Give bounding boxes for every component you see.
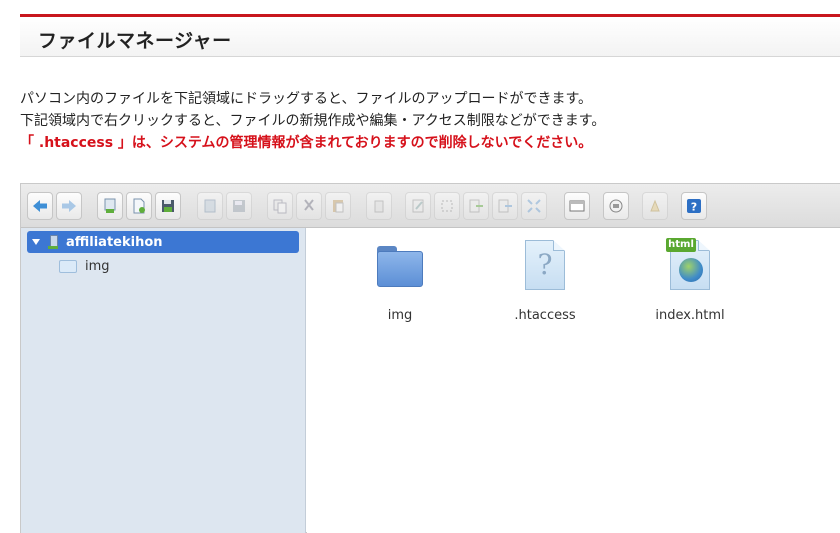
view-button[interactable] — [564, 192, 590, 220]
tree-item-img[interactable]: img — [59, 259, 110, 274]
server-icon — [48, 235, 58, 249]
delete-button[interactable] — [366, 192, 392, 220]
permission-button[interactable] — [642, 192, 668, 220]
file-item-img[interactable]: img — [340, 238, 460, 323]
view-icon — [569, 200, 585, 212]
instruction-drag: パソコン内のファイルを下記領域にドラッグすると、ファイルのアップロードができます… — [20, 91, 593, 107]
toolbar-group-help: ? — [681, 192, 707, 220]
back-button[interactable] — [27, 192, 53, 220]
toolbar-group-clipboard — [267, 192, 351, 220]
help-button[interactable]: ? — [681, 192, 707, 220]
unknown-file-icon: ? — [519, 238, 571, 294]
folder-icon — [59, 260, 77, 273]
file-name: img — [387, 308, 413, 323]
toolbar-group-nav — [27, 192, 82, 220]
toolbar-group-view — [564, 192, 590, 220]
toolbar-group-delete — [366, 192, 392, 220]
paste-icon — [333, 200, 344, 213]
save-icon — [162, 200, 174, 212]
tree-item-label: img — [85, 259, 110, 274]
open-icon — [204, 199, 216, 213]
forward-button[interactable] — [56, 192, 82, 220]
move-out-icon — [498, 199, 512, 213]
new-file-button[interactable] — [126, 192, 152, 220]
expand-arrow-icon[interactable] — [32, 239, 40, 245]
file-list: img ? .htaccess html index.html — [307, 228, 840, 533]
help-icon: ? — [687, 199, 701, 214]
toolbar-group-edit — [405, 192, 547, 220]
instruction-right-click: 下記領域内で右クリックすると、ファイルの新規作成や編集・アクセス制限などができま… — [20, 113, 606, 129]
svg-text:?: ? — [691, 201, 697, 214]
back-icon — [33, 200, 47, 212]
html-file-icon: html — [664, 238, 716, 294]
move-out-button[interactable] — [492, 192, 518, 220]
file-name: .htaccess — [514, 308, 576, 323]
rename-icon — [412, 199, 424, 213]
upload-button[interactable] — [97, 192, 123, 220]
move-in-icon — [469, 199, 483, 213]
select-icon — [441, 200, 453, 212]
permission-icon — [650, 199, 660, 212]
open-button[interactable] — [197, 192, 223, 220]
select-button[interactable] — [434, 192, 460, 220]
forward-icon — [62, 200, 76, 212]
move-in-button[interactable] — [463, 192, 489, 220]
toolbar-group-info — [603, 192, 629, 220]
toolbar-group-file — [97, 192, 181, 220]
tree-item-label: affiliatekihon — [66, 234, 163, 250]
upload-icon — [104, 198, 116, 213]
file-manager: ? affiliatekihon img img ? .htaccess htm… — [20, 183, 840, 533]
disk-button[interactable] — [226, 192, 252, 220]
cut-icon — [304, 199, 314, 211]
info-icon — [609, 199, 623, 213]
cut-button[interactable] — [296, 192, 322, 220]
file-item-index-html[interactable]: html index.html — [630, 238, 750, 323]
toolbar: ? — [21, 184, 840, 228]
instructions: パソコン内のファイルを下記領域にドラッグすると、ファイルのアップロードができます… — [20, 88, 605, 154]
folder-tree: affiliatekihon img — [21, 228, 306, 533]
toolbar-group-open — [197, 192, 252, 220]
copy-button[interactable] — [267, 192, 293, 220]
save-button[interactable] — [155, 192, 181, 220]
file-name: index.html — [655, 308, 725, 323]
info-button[interactable] — [603, 192, 629, 220]
copy-icon — [273, 199, 287, 214]
folder-icon — [374, 238, 426, 294]
toolbar-group-permission — [642, 192, 668, 220]
tree-item-root[interactable]: affiliatekihon — [27, 231, 299, 253]
new-file-icon — [133, 198, 145, 214]
fullscreen-button[interactable] — [521, 192, 547, 220]
fullscreen-icon — [527, 199, 541, 213]
page-title: ファイルマネージャー — [38, 30, 232, 52]
file-item-htaccess[interactable]: ? .htaccess — [485, 238, 605, 323]
paste-button[interactable] — [325, 192, 351, 220]
rename-button[interactable] — [405, 192, 431, 220]
disk-icon — [233, 200, 245, 212]
delete-icon — [374, 200, 384, 213]
page-header: ファイルマネージャー — [20, 17, 840, 57]
htaccess-warning: 「 .htaccess 」は、システムの管理情報が含まれておりますので削除しない… — [20, 135, 593, 151]
